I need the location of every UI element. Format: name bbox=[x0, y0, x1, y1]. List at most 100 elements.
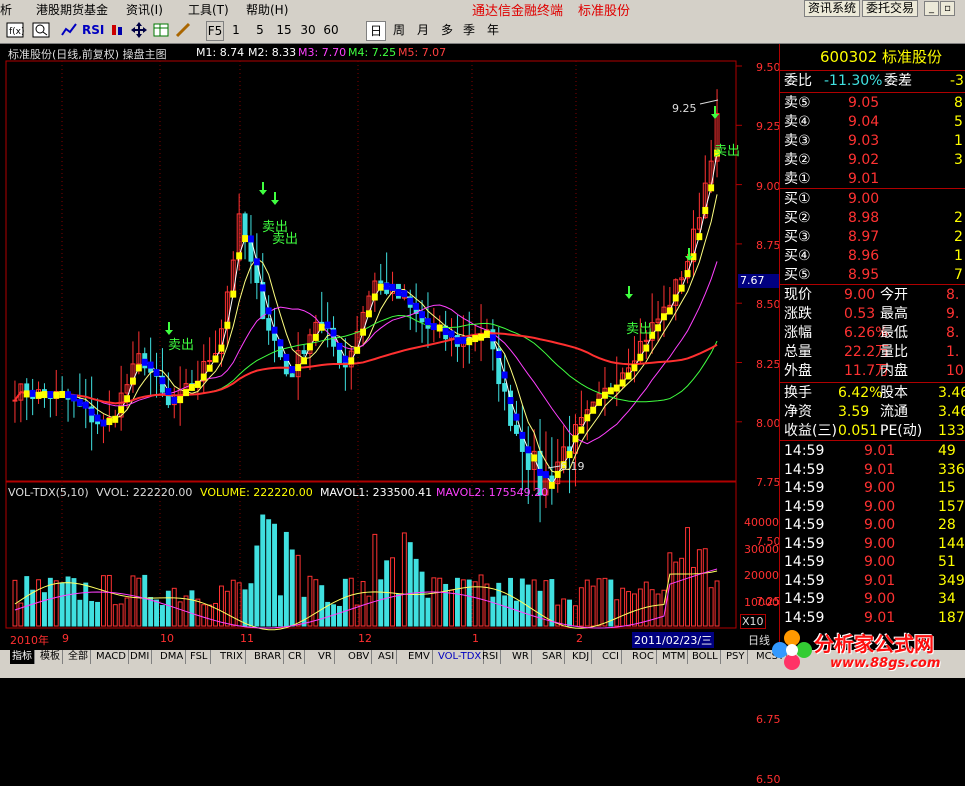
day-line-tab[interactable]: 日线 bbox=[748, 632, 770, 648]
period-60[interactable]: 60 bbox=[322, 21, 340, 39]
tab-dma[interactable]: DMA bbox=[158, 650, 187, 664]
trend-band-block bbox=[130, 377, 136, 385]
high-annotation: 9.25 bbox=[672, 102, 697, 115]
tab-vol-tdx[interactable]: VOL-TDX bbox=[436, 650, 485, 664]
table-icon[interactable] bbox=[152, 21, 170, 39]
tab-macd[interactable]: MACD bbox=[94, 650, 129, 664]
window-stock-title: 标准股份 bbox=[578, 4, 631, 19]
tick-volume: 336 bbox=[938, 461, 965, 478]
line-chart-icon[interactable] bbox=[60, 21, 78, 39]
menu-item-hk-futures[interactable]: 港股期货基金 bbox=[36, 1, 108, 18]
period-month[interactable]: 月 bbox=[414, 21, 432, 39]
pen-icon[interactable] bbox=[174, 21, 192, 39]
formula-icon[interactable]: f(x) bbox=[6, 21, 24, 39]
menu-item-info[interactable]: 资讯(I) bbox=[126, 1, 163, 18]
restore-icon[interactable]: ▫ bbox=[940, 1, 955, 16]
volume-bar bbox=[567, 599, 572, 627]
tick-volume: 15 bbox=[938, 480, 956, 496]
ma-m1-label: M1: 8.74 bbox=[196, 46, 245, 59]
trend-band-block bbox=[360, 328, 366, 336]
volume-bar bbox=[213, 602, 219, 627]
stat-value: 3.59 bbox=[838, 404, 870, 420]
minimize-icon[interactable]: _ bbox=[924, 1, 939, 16]
trend-band-block bbox=[59, 391, 66, 399]
period-1[interactable]: 1 bbox=[228, 21, 244, 39]
ma-m1-line bbox=[14, 152, 718, 486]
flower-logo-icon bbox=[772, 630, 812, 670]
trend-band-block bbox=[584, 414, 591, 422]
tab-指标[interactable]: 指标 bbox=[10, 650, 35, 664]
order-ratio-value: -11.30% bbox=[824, 73, 883, 89]
bid-level-label: 买① bbox=[784, 191, 811, 207]
tab-mtm[interactable]: MTM bbox=[660, 650, 689, 664]
trend-band-block bbox=[413, 302, 420, 310]
stat-value: 6.42% bbox=[838, 385, 883, 401]
candlestick-chart[interactable] bbox=[0, 44, 779, 650]
period-quarter[interactable]: 季 bbox=[460, 21, 478, 39]
period-year[interactable]: 年 bbox=[484, 21, 502, 39]
tab-wr[interactable]: WR bbox=[510, 650, 532, 664]
volume-bar bbox=[455, 577, 460, 627]
ask-volume: 1 bbox=[954, 133, 963, 149]
period-multi[interactable]: 多 bbox=[438, 21, 456, 39]
watermark-title: 分析家公式网 bbox=[814, 632, 934, 656]
volume-bar bbox=[224, 590, 230, 627]
move-icon[interactable] bbox=[130, 21, 148, 39]
tick-price: 9.00 bbox=[864, 591, 896, 607]
watermark-url: www.88gs.com bbox=[830, 656, 941, 671]
candle-body bbox=[12, 399, 18, 402]
ask-level-label: 卖⑤ bbox=[784, 95, 811, 111]
volume-bar bbox=[242, 589, 248, 627]
trend-band-block bbox=[513, 413, 520, 421]
tab-rsi[interactable]: RSI bbox=[480, 650, 502, 664]
menu-item-tools[interactable]: 工具(T) bbox=[188, 1, 229, 18]
trade-order-button[interactable]: 委托交易 bbox=[862, 0, 919, 17]
volume-bar bbox=[18, 602, 24, 627]
trend-band-block bbox=[165, 388, 172, 396]
tab-模板[interactable]: 模板 bbox=[38, 650, 63, 664]
tab-cci[interactable]: CCI bbox=[600, 650, 622, 664]
menu-item-help[interactable]: 帮助(H) bbox=[246, 1, 288, 18]
trend-band-block bbox=[189, 383, 195, 391]
sell-signal-label: 卖出 bbox=[168, 338, 195, 353]
period-week[interactable]: 周 bbox=[390, 21, 408, 39]
volume-bar bbox=[283, 531, 289, 627]
period-5[interactable]: 5 bbox=[252, 21, 268, 39]
trend-band-block bbox=[661, 313, 667, 321]
tab-dmi[interactable]: DMI bbox=[128, 650, 153, 664]
stat-value: 9.00 bbox=[844, 287, 876, 303]
search-icon[interactable] bbox=[32, 21, 50, 39]
tab-asi[interactable]: ASI bbox=[376, 650, 398, 664]
tab-kdj[interactable]: KDJ bbox=[570, 650, 593, 664]
tick-time: 14:59 bbox=[784, 554, 825, 570]
sell-signal-label: 卖出 bbox=[714, 144, 741, 159]
tab-boll[interactable]: BOLL bbox=[690, 650, 721, 664]
tab-vr[interactable]: VR bbox=[316, 650, 335, 664]
tab-brar[interactable]: BRAR bbox=[252, 650, 285, 664]
period-15[interactable]: 15 bbox=[275, 21, 293, 39]
tab-sar[interactable]: SAR bbox=[540, 650, 566, 664]
period-f5[interactable]: F5 bbox=[206, 21, 224, 41]
rsi-button[interactable]: RSI bbox=[82, 21, 104, 39]
tab-psy[interactable]: PSY bbox=[724, 650, 748, 664]
tab-trix[interactable]: TRIX bbox=[218, 650, 246, 664]
period-30[interactable]: 30 bbox=[299, 21, 317, 39]
time-tick-label: 2010年 bbox=[10, 634, 49, 647]
stat-label: 涨幅 bbox=[784, 325, 812, 341]
candle-icon[interactable] bbox=[108, 21, 126, 39]
trend-band-block bbox=[602, 391, 608, 399]
trend-band-block bbox=[590, 406, 597, 414]
period-day[interactable]: 日 bbox=[366, 21, 386, 41]
tab-emv[interactable]: EMV bbox=[406, 650, 433, 664]
menu-item-analysis[interactable]: 析 bbox=[0, 1, 12, 18]
volume-bar bbox=[30, 589, 36, 627]
tab-roc[interactable]: ROC bbox=[630, 650, 657, 664]
tab-fsl[interactable]: FSL bbox=[188, 650, 211, 664]
volume-bar bbox=[24, 576, 30, 627]
trend-band-block bbox=[41, 391, 48, 399]
tab-cr[interactable]: CR bbox=[286, 650, 305, 664]
tab-全部[interactable]: 全部 bbox=[66, 650, 91, 664]
tab-obv[interactable]: OBV bbox=[346, 650, 373, 664]
news-system-button[interactable]: 资讯系统 bbox=[804, 0, 861, 17]
trend-band-block bbox=[419, 311, 425, 319]
